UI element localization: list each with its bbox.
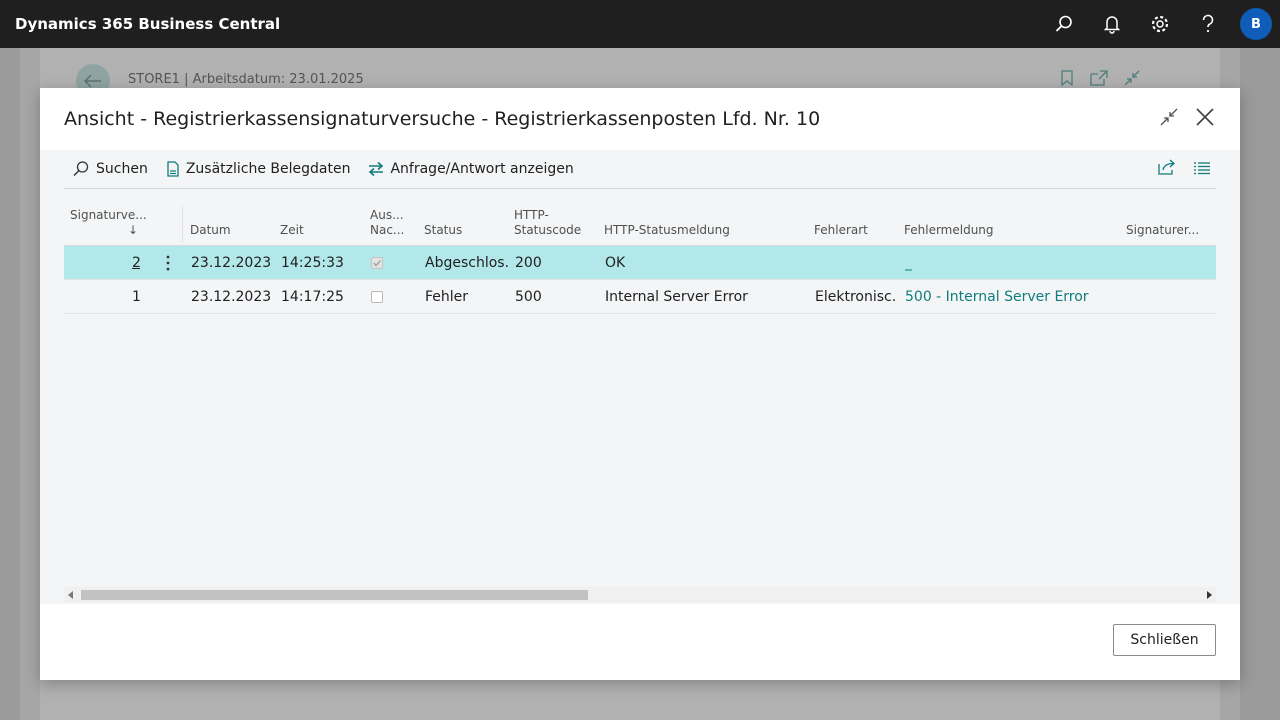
- open-new-window-icon: [1090, 70, 1108, 90]
- data-grid: Signaturve... ↓ Datum Zeit Aus... Nac...…: [64, 200, 1216, 314]
- collapse-icon[interactable]: [1158, 106, 1180, 128]
- dialog-controls: [1158, 106, 1216, 128]
- more-options-icon[interactable]: [164, 254, 172, 272]
- row-status: Fehler: [425, 289, 469, 305]
- list-view-icon[interactable]: [1194, 160, 1210, 179]
- column-header-error-type[interactable]: Fehlerart: [814, 223, 868, 238]
- search-icon[interactable]: [1040, 0, 1088, 48]
- row-nr[interactable]: 1: [132, 280, 140, 314]
- column-divider: [182, 206, 183, 242]
- row-time: 14:25:33: [281, 255, 344, 271]
- row-error-type: [815, 246, 895, 280]
- column-aus-label-2: Nac...: [370, 223, 405, 237]
- column-http-label-2: Statuscode: [514, 223, 582, 237]
- sort-arrow-icon: ↓: [128, 223, 139, 237]
- search-icon: [72, 160, 90, 178]
- column-header-aus[interactable]: Aus... Nac...: [370, 208, 404, 238]
- dialog: Ansicht - Registrierkassensignaturversuc…: [40, 88, 1240, 680]
- grid-header: Signaturve... ↓ Datum Zeit Aus... Nac...…: [64, 200, 1216, 246]
- share-icon[interactable]: [1158, 159, 1176, 179]
- search-action-label: Suchen: [96, 161, 148, 177]
- column-header-time[interactable]: Zeit: [280, 223, 304, 238]
- row-checkbox[interactable]: [371, 257, 383, 269]
- horizontal-scrollbar[interactable]: [64, 587, 1216, 603]
- action-bar-right: [1158, 150, 1210, 188]
- swap-arrows-icon: [368, 161, 384, 177]
- column-http-label-1: HTTP-: [514, 208, 549, 222]
- column-header-status[interactable]: Status: [424, 223, 462, 238]
- additional-docs-action[interactable]: Zusätzliche Belegdaten: [166, 161, 351, 177]
- help-icon[interactable]: [1184, 0, 1232, 48]
- column-header-signature[interactable]: Signaturve... ↓: [70, 208, 147, 238]
- column-header-signer[interactable]: Signaturer...: [1126, 223, 1199, 238]
- app-title[interactable]: Dynamics 365 Business Central: [15, 15, 280, 33]
- close-icon[interactable]: [1194, 106, 1216, 128]
- bookmark-icon: [1060, 70, 1074, 90]
- column-header-date[interactable]: Datum: [190, 223, 231, 238]
- row-http-code: 500: [515, 289, 542, 305]
- row-date: 23.12.2023: [191, 255, 272, 271]
- row-nr[interactable]: 2: [132, 246, 140, 280]
- row-error-msg[interactable]: _: [905, 246, 912, 280]
- breadcrumb: STORE1 | Arbeitsdatum: 23.01.2025: [128, 72, 364, 87]
- bell-icon[interactable]: [1088, 0, 1136, 48]
- column-header-error-msg[interactable]: Fehlermeldung: [904, 223, 994, 238]
- column-aus-label-1: Aus...: [370, 208, 404, 222]
- additional-docs-label: Zusätzliche Belegdaten: [185, 161, 351, 177]
- scroll-right-icon[interactable]: [1202, 587, 1216, 603]
- dialog-title: Ansicht - Registrierkassensignaturversuc…: [64, 108, 821, 130]
- row-status: Abgeschlos...: [425, 255, 509, 271]
- close-button[interactable]: Schließen: [1113, 624, 1216, 656]
- scrollbar-thumb[interactable]: [81, 590, 588, 600]
- row-http-msg: OK: [605, 255, 626, 271]
- collapse-icon: [1124, 70, 1140, 90]
- scroll-left-icon[interactable]: [64, 587, 78, 603]
- dialog-body: Suchen Zusätzliche Belegdaten Anfrage/An…: [40, 150, 1240, 604]
- search-action[interactable]: Suchen: [72, 160, 148, 178]
- column-header-http-msg[interactable]: HTTP-Statusmeldung: [604, 223, 730, 238]
- row-time: 14:17:25: [281, 289, 344, 305]
- column-signature-label: Signaturve...: [70, 208, 147, 222]
- show-request-action[interactable]: Anfrage/Antwort anzeigen: [368, 161, 574, 177]
- row-http-msg: Internal Server Error: [605, 289, 748, 305]
- document-icon: [166, 161, 180, 177]
- action-bar: Suchen Zusätzliche Belegdaten Anfrage/An…: [64, 150, 1216, 189]
- row-error-type: Elektronisc...: [815, 289, 895, 305]
- row-date: 23.12.2023: [191, 289, 272, 305]
- column-header-http-code[interactable]: HTTP- Statuscode: [514, 208, 581, 238]
- background-toolbar: [1060, 70, 1140, 90]
- app-bar: Dynamics 365 Business Central B: [0, 0, 1280, 48]
- show-request-label: Anfrage/Antwort anzeigen: [390, 161, 574, 177]
- row-error-msg[interactable]: 500 - Internal Server Error: [905, 280, 1089, 314]
- row-checkbox[interactable]: [371, 291, 383, 303]
- table-row[interactable]: 1 23.12.2023 14:17:25 Fehler 500 Interna…: [64, 280, 1216, 314]
- gear-icon[interactable]: [1136, 0, 1184, 48]
- row-http-code: 200: [515, 255, 542, 271]
- avatar[interactable]: B: [1240, 8, 1272, 40]
- table-row[interactable]: 2 23.12.2023 14:25:33 Abgeschlos... 200 …: [64, 246, 1216, 280]
